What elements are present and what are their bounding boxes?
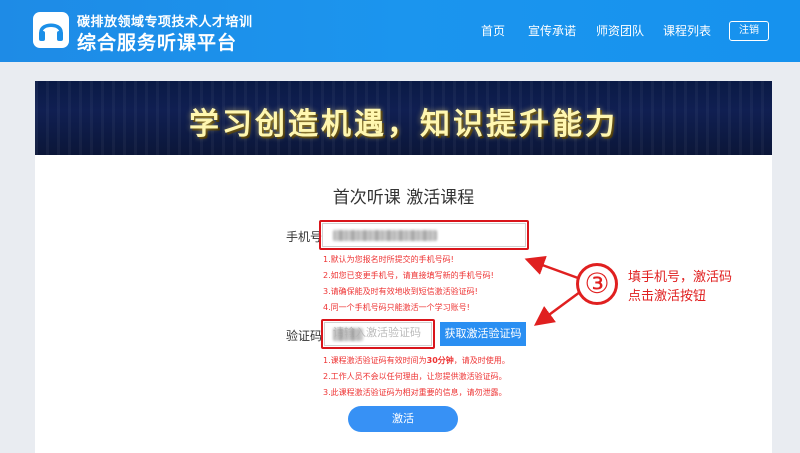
nav-courses[interactable]: 课程列表 — [663, 22, 711, 40]
phone-hint-3: 3.请确保能及时有效地收到短信激活验证码! — [323, 287, 478, 296]
code-highlight-box — [321, 319, 435, 349]
get-code-button[interactable]: 获取激活验证码 — [440, 322, 526, 346]
code-hint-1-bold: 30分钟 — [426, 356, 454, 365]
phone-hint-4: 4.同一个手机号码只能激活一个学习账号! — [323, 303, 470, 312]
arrow-to-code — [533, 290, 581, 326]
nav-teachers[interactable]: 师资团队 — [596, 22, 644, 40]
phone-label: 手机号 — [286, 230, 323, 244]
nav-home[interactable]: 首页 — [481, 22, 505, 40]
banner-slogan: 学习创造机遇，知识提升能力 — [189, 107, 618, 142]
step-number-badge: ③ — [576, 263, 618, 305]
phone-hint-1: 1.默认为您报名时所提交的手机号码! — [323, 255, 454, 264]
logout-button[interactable]: 注销 — [729, 21, 769, 41]
top-header: 碳排放领域专项技术人才培训 综合服务听课平台 首页 宣传承诺 师资团队 课程列表… — [0, 0, 800, 62]
code-hint-2: 2.工作人员不会以任何理由，让您提供激活验证码。 — [323, 372, 507, 381]
activate-button[interactable]: 激活 — [348, 406, 458, 432]
brand-title: 综合服务听课平台 — [77, 32, 238, 54]
code-hint-1: 1.课程激活验证码有效时间为30分钟，请及时使用。 — [323, 355, 510, 366]
page-title: 首次听课 激活课程 — [332, 188, 475, 208]
code-hint-1-prefix: 1.课程激活验证码有效时间为 — [323, 356, 427, 365]
code-hint-1-suffix: ，请及时使用。 — [453, 356, 510, 365]
code-label: 验证码 — [286, 329, 323, 343]
logo[interactable] — [33, 12, 69, 48]
annotation-line-1: 填手机号，激活码 — [628, 270, 733, 285]
nav-promise[interactable]: 宣传承诺 — [528, 22, 576, 40]
headphones-icon — [39, 23, 63, 41]
phone-hint-2: 2.如您已变更手机号，请直接填写新的手机号码! — [323, 271, 494, 280]
annotation-line-2: 点击激活按钮 — [628, 289, 707, 304]
arrow-to-phone — [524, 256, 579, 280]
phone-highlight-box — [319, 220, 529, 250]
code-hint-3: 3.此课程激活验证码为相对重要的信息，请勿泄露。 — [323, 388, 507, 397]
hero-banner: 学习创造机遇，知识提升能力 — [35, 81, 772, 155]
